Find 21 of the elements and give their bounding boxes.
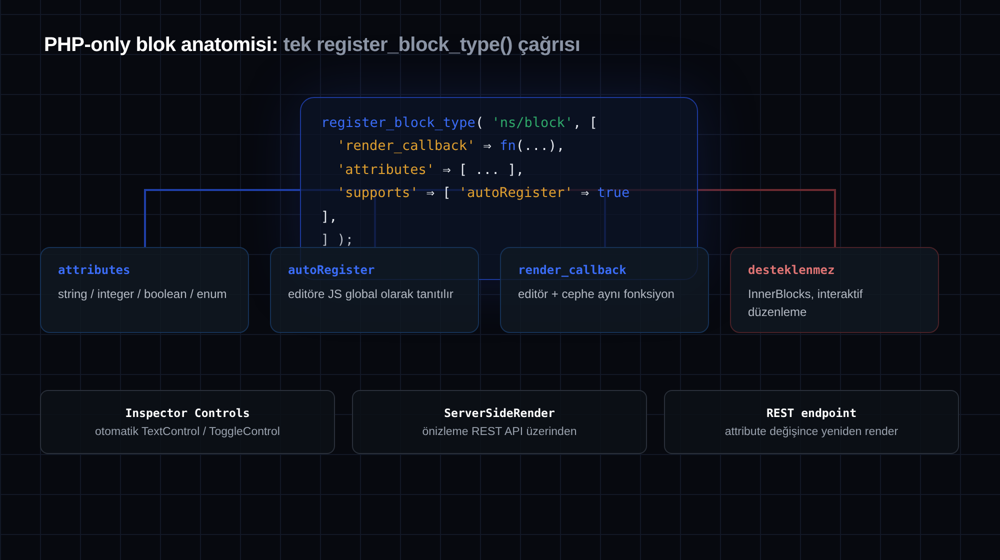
- feature-description: önizleme REST API üzerinden: [421, 426, 578, 438]
- card-description: editöre JS global olarak tanıtılır: [288, 286, 454, 303]
- feature-title: Inspector Controls: [124, 406, 251, 420]
- page-title: PHP-only blok anatomisi: tek register_block_type() çağrısı: [44, 34, 582, 58]
- feature-description: otomatik TextControl / ToggleControl: [94, 426, 281, 438]
- card-label: autoRegister: [288, 263, 376, 277]
- code-line: ],: [321, 208, 338, 227]
- code-line: 'render_callback' ⇒ fn(...),: [336, 137, 565, 156]
- feature-title: REST endpoint: [765, 406, 858, 420]
- code-line: 'supports' ⇒ [ 'autoRegister' ⇒ true: [336, 184, 630, 204]
- card-label: desteklenmez: [748, 263, 836, 277]
- code-line: register_block_type( 'ns/block', [: [321, 114, 598, 133]
- card-description: string / integer / boolean / enum: [58, 286, 228, 303]
- card-description: InnerBlocks, interaktif düzenleme: [748, 286, 864, 321]
- feature-description: attribute değişince yeniden render: [724, 426, 900, 438]
- code-line: ] );: [321, 231, 354, 250]
- card-label: attributes: [58, 263, 132, 277]
- card-description: editör + cephe aynı fonksiyon: [518, 286, 676, 303]
- code-line: 'attributes' ⇒ [ ... ],: [336, 160, 524, 180]
- card-label: render_callback: [518, 263, 628, 277]
- feature-title: ServerSideRender: [443, 406, 556, 420]
